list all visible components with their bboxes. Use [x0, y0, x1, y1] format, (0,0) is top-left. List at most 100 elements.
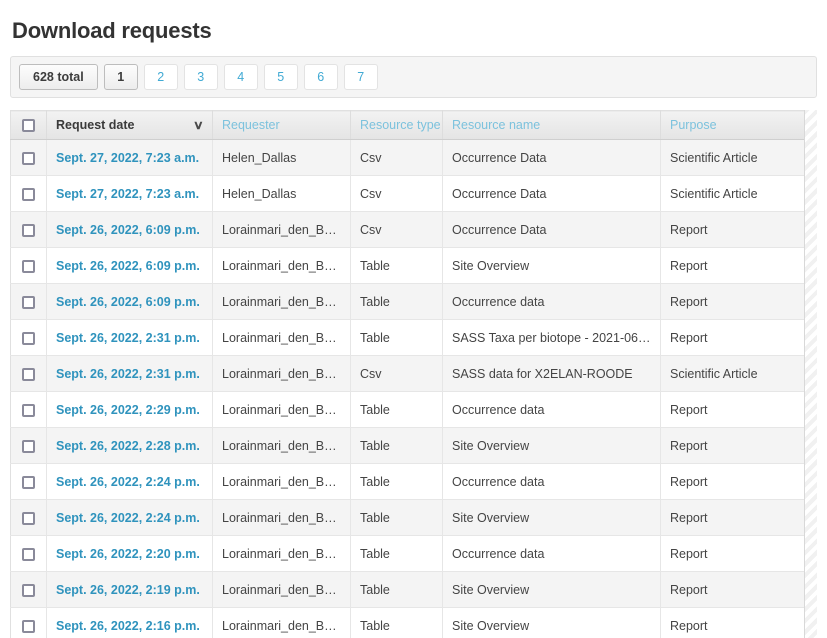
row-select-cell[interactable] — [10, 427, 47, 464]
row-select-checkbox[interactable] — [22, 151, 35, 165]
row-select-checkbox[interactable] — [22, 439, 35, 453]
row-select-cell[interactable] — [10, 175, 47, 212]
row-select-checkbox[interactable] — [22, 187, 35, 201]
cell-purpose: Report — [660, 319, 816, 356]
request-date-link[interactable]: Sept. 26, 2022, 2:29 p.m. — [56, 403, 200, 417]
row-select-cell[interactable] — [10, 355, 47, 392]
row-select-cell[interactable] — [10, 535, 47, 572]
row-select-checkbox[interactable] — [22, 403, 35, 417]
table-row: Sept. 27, 2022, 7:23 a.m. Helen_Dallas Csv… — [10, 139, 816, 176]
cell-requester: Lorainmari_den_Boogert — [212, 535, 351, 572]
row-select-checkbox[interactable] — [22, 295, 35, 309]
cell-requester: Lorainmari_den_Boogert — [212, 247, 351, 284]
row-select-checkbox[interactable] — [22, 259, 35, 273]
table-row: Sept. 26, 2022, 2:24 p.m. Lorainmari_den_… — [10, 463, 816, 500]
column-header-purpose[interactable]: Purpose — [660, 110, 816, 140]
cell-purpose: Report — [660, 571, 816, 608]
pagination-page-2[interactable]: 2 — [143, 64, 178, 90]
pagination-page-1[interactable]: 1 — [103, 64, 138, 90]
pagination-page-5[interactable]: 5 — [263, 64, 298, 90]
row-select-checkbox[interactable] — [22, 619, 35, 633]
select-all-checkbox[interactable] — [22, 119, 35, 133]
cell-resource-name: Occurrence data — [442, 535, 661, 572]
row-select-cell[interactable] — [10, 607, 47, 638]
request-date-link[interactable]: Sept. 26, 2022, 6:09 p.m. — [56, 259, 200, 273]
table-row: Sept. 26, 2022, 6:09 p.m. Lorainmari_den_… — [10, 211, 816, 248]
table-row: Sept. 26, 2022, 2:31 p.m. Lorainmari_den_… — [10, 319, 816, 356]
table-row: Sept. 27, 2022, 7:23 a.m. Helen_Dallas Csv… — [10, 175, 816, 212]
cell-resource-name: SASS data for X2ELAN-ROODE — [442, 355, 661, 392]
cell-resource-type: Table — [350, 499, 443, 536]
cell-purpose: Report — [660, 427, 816, 464]
request-date-link[interactable]: Sept. 26, 2022, 2:28 p.m. — [56, 439, 200, 453]
cell-request-date: Sept. 26, 2022, 2:28 p.m. — [46, 427, 213, 464]
pagination-page-3[interactable]: 3 — [183, 64, 218, 90]
table-row: Sept. 26, 2022, 6:09 p.m. Lorainmari_den_… — [10, 247, 816, 284]
column-header-requester[interactable]: Requester — [212, 110, 351, 140]
cell-request-date: Sept. 26, 2022, 6:09 p.m. — [46, 247, 213, 284]
row-select-cell[interactable] — [10, 571, 47, 608]
row-select-cell[interactable] — [10, 391, 47, 428]
pagination-page-6[interactable]: 6 — [303, 64, 338, 90]
request-date-link[interactable]: Sept. 26, 2022, 2:20 p.m. — [56, 547, 200, 561]
cell-resource-type: Table — [350, 391, 443, 428]
request-date-link[interactable]: Sept. 27, 2022, 7:23 a.m. — [56, 151, 199, 165]
download-requests-table: Request date ∨ Requester Resource type R… — [10, 110, 816, 638]
row-select-checkbox[interactable] — [22, 475, 35, 489]
column-header-resource-type[interactable]: Resource type — [350, 110, 443, 140]
row-select-cell[interactable] — [10, 319, 47, 356]
cell-resource-type: Table — [350, 463, 443, 500]
row-select-checkbox[interactable] — [22, 223, 35, 237]
cell-requester: Helen_Dallas — [212, 175, 351, 212]
row-select-checkbox[interactable] — [22, 511, 35, 525]
sort-descending-icon[interactable]: ∨ — [193, 119, 204, 131]
request-date-link[interactable]: Sept. 26, 2022, 6:09 p.m. — [56, 295, 200, 309]
request-date-link[interactable]: Sept. 26, 2022, 2:31 p.m. — [56, 331, 200, 345]
request-date-link[interactable]: Sept. 26, 2022, 2:16 p.m. — [56, 619, 200, 633]
cell-request-date: Sept. 26, 2022, 6:09 p.m. — [46, 283, 213, 320]
row-select-cell[interactable] — [10, 211, 47, 248]
row-select-cell[interactable] — [10, 499, 47, 536]
request-date-link[interactable]: Sept. 26, 2022, 2:19 p.m. — [56, 583, 200, 597]
pagination-page-4[interactable]: 4 — [223, 64, 258, 90]
row-select-cell[interactable] — [10, 139, 47, 176]
cell-requester: Lorainmari_den_Boogert — [212, 499, 351, 536]
column-header-request-date[interactable]: Request date ∨ — [46, 110, 213, 140]
row-select-checkbox[interactable] — [22, 547, 35, 561]
cell-resource-name: Site Overview — [442, 571, 661, 608]
cell-requester: Helen_Dallas — [212, 139, 351, 176]
request-date-link[interactable]: Sept. 26, 2022, 2:24 p.m. — [56, 475, 200, 489]
request-date-link[interactable]: Sept. 26, 2022, 2:31 p.m. — [56, 367, 200, 381]
row-select-checkbox[interactable] — [22, 583, 35, 597]
cell-resource-name: Occurrence Data — [442, 211, 661, 248]
pagination-buttons: 1234567 — [103, 64, 378, 90]
table-row: Sept. 26, 2022, 2:29 p.m. Lorainmari_den_… — [10, 391, 816, 428]
cell-resource-name: Occurrence Data — [442, 139, 661, 176]
cell-purpose: Report — [660, 391, 816, 428]
row-select-cell[interactable] — [10, 283, 47, 320]
cell-request-date: Sept. 26, 2022, 2:31 p.m. — [46, 355, 213, 392]
cell-purpose: Report — [660, 607, 816, 638]
total-count-badge: 628 total — [19, 64, 98, 90]
row-select-checkbox[interactable] — [22, 331, 35, 345]
cell-requester: Lorainmari_den_Boogert — [212, 427, 351, 464]
cell-purpose: Report — [660, 463, 816, 500]
table-row: Sept. 26, 2022, 2:28 p.m. Lorainmari_den_… — [10, 427, 816, 464]
request-date-link[interactable]: Sept. 26, 2022, 6:09 p.m. — [56, 223, 200, 237]
cell-request-date: Sept. 26, 2022, 2:29 p.m. — [46, 391, 213, 428]
cell-requester: Lorainmari_den_Boogert — [212, 463, 351, 500]
select-all-header[interactable] — [10, 110, 47, 140]
pagination-page-7[interactable]: 7 — [343, 64, 378, 90]
request-date-link[interactable]: Sept. 26, 2022, 2:24 p.m. — [56, 511, 200, 525]
row-select-checkbox[interactable] — [22, 367, 35, 381]
cell-resource-name: Site Overview — [442, 247, 661, 284]
row-select-cell[interactable] — [10, 463, 47, 500]
row-select-cell[interactable] — [10, 247, 47, 284]
column-header-resource-name[interactable]: Resource name — [442, 110, 661, 140]
request-date-link[interactable]: Sept. 27, 2022, 7:23 a.m. — [56, 187, 199, 201]
cell-request-date: Sept. 27, 2022, 7:23 a.m. — [46, 139, 213, 176]
cell-requester: Lorainmari_den_Boogert — [212, 355, 351, 392]
cell-purpose: Scientific Article — [660, 139, 816, 176]
cell-resource-type: Csv — [350, 175, 443, 212]
cell-purpose: Report — [660, 535, 816, 572]
